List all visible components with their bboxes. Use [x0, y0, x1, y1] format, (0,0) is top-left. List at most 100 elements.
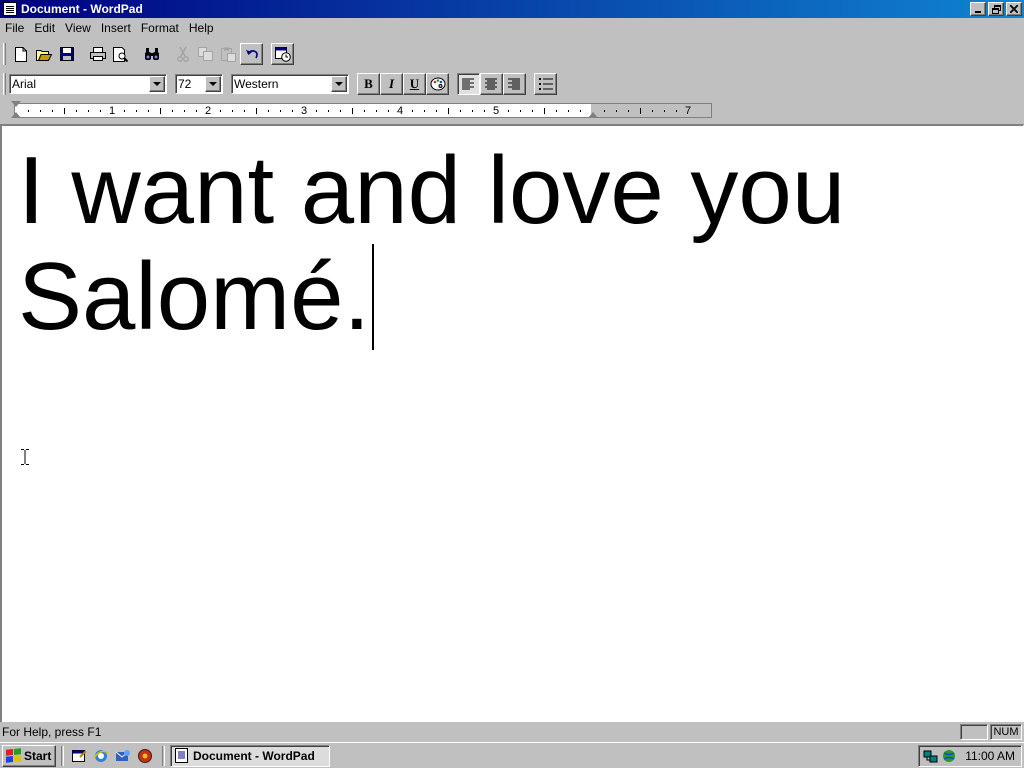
quicklaunch-email[interactable]	[113, 746, 133, 766]
size-dropdown-button[interactable]	[205, 76, 221, 92]
ruler-label: 2	[205, 105, 212, 117]
ruler-tick	[376, 110, 377, 112]
ruler-tick	[448, 108, 449, 114]
ruler-tick	[388, 110, 389, 112]
chevron-down-icon	[209, 82, 217, 86]
ruler-tick	[568, 110, 569, 112]
restore-button[interactable]	[988, 2, 1004, 16]
start-button[interactable]: Start	[2, 744, 56, 767]
ruler-margin-area	[591, 104, 711, 117]
ruler[interactable]: 1 2 3 4 5 7	[14, 103, 712, 118]
open-button[interactable]	[32, 43, 55, 65]
new-icon	[14, 46, 27, 62]
font-dropdown-button[interactable]	[149, 76, 165, 92]
ruler-tick	[472, 110, 473, 112]
menu-bar: File Edit View Insert Format Help	[0, 18, 1024, 38]
ruler-tick	[232, 110, 233, 112]
print-button[interactable]	[86, 43, 109, 65]
color-palette-icon	[430, 77, 445, 91]
date-time-button[interactable]	[271, 43, 294, 65]
formatbar-grip[interactable]	[3, 73, 6, 95]
font-name-select[interactable]: Arial	[9, 74, 167, 94]
system-tray: 11:00 AM	[918, 745, 1022, 767]
taskbar-clock[interactable]: 11:00 AM	[965, 749, 1015, 763]
script-value: Western	[234, 77, 279, 91]
left-indent-marker[interactable]	[11, 112, 21, 118]
ruler-tick	[676, 110, 677, 112]
status-caps-pane	[960, 724, 988, 740]
cut-button[interactable]	[171, 43, 194, 65]
ruler-tick	[604, 110, 605, 112]
bullets-button[interactable]	[534, 73, 557, 95]
paste-button[interactable]	[217, 43, 240, 65]
ruler-tick	[508, 110, 509, 112]
ruler-tick	[340, 110, 341, 112]
align-right-button[interactable]	[503, 73, 526, 95]
ruler-tick	[52, 110, 53, 112]
task-button-wordpad[interactable]: Document - WordPad	[170, 744, 330, 767]
quicklaunch-desktop[interactable]	[69, 746, 89, 766]
ruler-tick	[124, 110, 125, 112]
print-preview-icon	[113, 46, 128, 62]
align-left-button[interactable]	[457, 73, 480, 95]
media-player-icon	[138, 748, 152, 763]
menu-format[interactable]: Format	[136, 21, 184, 35]
ruler-tick	[64, 108, 65, 114]
window-title: Document - WordPad	[21, 2, 143, 16]
title-bar[interactable]: Document - WordPad	[0, 0, 1024, 18]
volume-icon[interactable]	[941, 748, 957, 764]
right-indent-marker[interactable]	[588, 112, 598, 118]
first-line-indent-marker[interactable]	[11, 101, 21, 107]
toolbar-grip[interactable]	[3, 43, 6, 65]
ruler-tick	[160, 108, 161, 114]
internet-explorer-icon	[93, 749, 109, 762]
print-preview-button[interactable]	[109, 43, 132, 65]
find-button[interactable]	[140, 43, 163, 65]
ruler-tick	[424, 110, 425, 112]
underline-button[interactable]: U	[403, 73, 426, 95]
menu-file[interactable]: File	[0, 21, 29, 35]
ruler-tick	[544, 108, 545, 114]
minimize-button[interactable]	[970, 2, 986, 16]
open-icon	[35, 50, 52, 61]
date-time-icon	[274, 46, 291, 62]
copy-icon	[198, 47, 213, 61]
bold-button[interactable]: B	[357, 73, 380, 95]
close-button[interactable]	[1006, 2, 1022, 16]
chevron-down-icon	[335, 82, 343, 86]
ruler-tick	[412, 110, 413, 112]
italic-button[interactable]: I	[380, 73, 403, 95]
bullet-list-icon	[538, 78, 553, 90]
ruler-tick	[256, 108, 257, 114]
menu-edit[interactable]: Edit	[29, 21, 60, 35]
document-text[interactable]: I want and love you Salomé.	[18, 138, 1008, 350]
network-icon[interactable]	[923, 748, 939, 764]
font-size-select[interactable]: 72	[175, 74, 223, 94]
new-button[interactable]	[9, 43, 32, 65]
quicklaunch-media[interactable]	[135, 746, 155, 766]
ruler-tick	[292, 110, 293, 112]
save-button[interactable]	[55, 43, 78, 65]
close-icon	[1010, 5, 1018, 13]
status-bar: For Help, press F1 NUM	[0, 722, 1024, 742]
document-area[interactable]: I want and love you Salomé.	[0, 124, 1024, 722]
ruler-tick	[40, 110, 41, 112]
undo-button[interactable]	[240, 43, 263, 65]
quicklaunch-browser[interactable]	[91, 746, 111, 766]
color-button[interactable]	[426, 73, 449, 95]
copy-button[interactable]	[194, 43, 217, 65]
align-center-icon	[485, 78, 497, 90]
menu-view[interactable]: View	[60, 21, 96, 35]
menu-insert[interactable]: Insert	[96, 21, 136, 35]
status-num-indicator: NUM	[990, 724, 1022, 740]
menu-help[interactable]: Help	[184, 21, 219, 35]
script-select[interactable]: Western	[231, 74, 349, 94]
wordpad-app-icon[interactable]	[3, 2, 17, 16]
script-dropdown-button[interactable]	[331, 76, 347, 92]
ruler-tick	[664, 110, 665, 112]
ruler-area: 1 2 3 4 5 7	[0, 100, 1024, 124]
ruler-tick	[136, 110, 137, 112]
align-center-button[interactable]	[480, 73, 503, 95]
ruler-tick	[244, 110, 245, 112]
restore-icon	[991, 4, 1001, 14]
